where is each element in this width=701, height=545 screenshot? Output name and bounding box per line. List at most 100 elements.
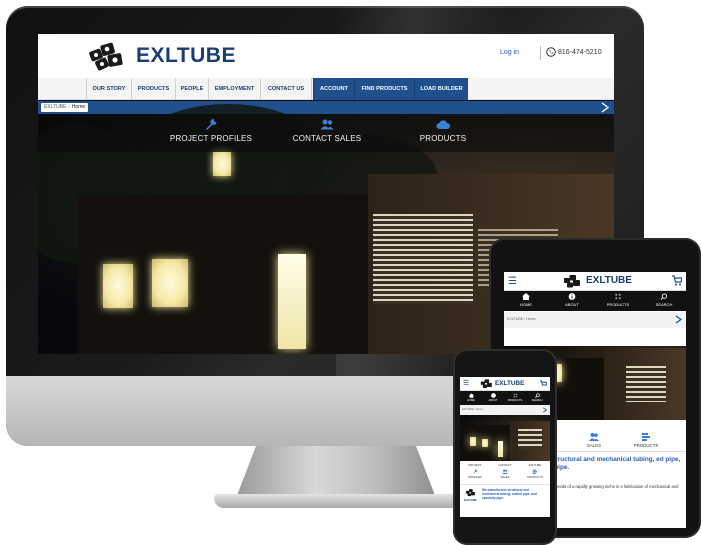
phone-hero-image [460, 415, 550, 461]
tablet-tab-products[interactable]: PRODUCTS [616, 432, 676, 448]
phone-breadcrumb: EXLTUBE / Home [460, 405, 550, 415]
nav-find-products[interactable]: FIND PRODUCTS [354, 78, 414, 100]
home-icon [522, 293, 530, 300]
breadcrumb: EXLTUBE / Home [507, 317, 536, 321]
phone-header: ☰ EXLTUBE [460, 377, 550, 391]
tablet-tab-sales[interactable]: SALES [564, 432, 624, 448]
tablet-nav-home[interactable]: HOME [504, 293, 548, 307]
phone-footer-text: We manufacture structural and mechanical… [482, 488, 537, 501]
exltube-logo-icon [465, 489, 475, 497]
exltube-logo-icon[interactable] [88, 40, 128, 72]
tablet-header: ☰ EXLTUBE [504, 272, 686, 291]
tablet-nav-label: HOME [520, 302, 532, 307]
phone-link-top: PROJECT [468, 463, 482, 467]
home-icon [468, 393, 474, 398]
quicklink-label: PRODUCTS [419, 134, 467, 143]
cart-icon[interactable] [540, 380, 547, 388]
quicklink-contact-sales[interactable]: CONTACT SALES [272, 118, 382, 143]
search-icon [660, 293, 668, 300]
breadcrumb-root[interactable]: EXLTUBE [44, 104, 66, 110]
tablet-tab-label: PRODUCTS [633, 443, 659, 448]
tablet-tab-label: SALES [586, 443, 602, 448]
breadcrumb: EXLTUBE / Home [462, 408, 483, 411]
nav-contact-us[interactable]: CONTACT US [260, 78, 312, 100]
tablet-nav-products[interactable]: PRODUCTS [596, 293, 640, 307]
nav-employment[interactable]: EMPLOYMENT [208, 78, 260, 100]
chevron-right-icon[interactable] [542, 407, 547, 413]
phone-nav-label: PRODUCTS [507, 399, 523, 402]
breadcrumb-current: Home [526, 317, 536, 321]
grid-icon [615, 293, 621, 300]
tablet-nav-search[interactable]: SEARCH [642, 293, 686, 307]
phone-link-bottom: PRODUCTS [527, 475, 543, 479]
breadcrumb-separator: / [68, 104, 70, 110]
phone-nav-products[interactable]: PRODUCTS [504, 393, 526, 402]
cart-icon[interactable] [672, 275, 682, 286]
quicklink-products[interactable]: PRODUCTS [388, 118, 498, 143]
hamburger-menu-icon[interactable]: ☰ [463, 379, 469, 387]
phone-nav-search[interactable]: SEARCH [526, 393, 548, 402]
phone-nav-label: HOME [467, 399, 475, 402]
phone-link-project-profiles[interactable]: PROJECT PROFILES [460, 463, 490, 479]
breadcrumb-root[interactable]: EXLTUBE [462, 408, 474, 411]
products-icon [532, 469, 538, 474]
phone-number[interactable]: 816-474-5210 [558, 49, 602, 56]
main-nav: OUR STORY PRODUCTS PEOPLE EMPLOYMENT CON… [38, 78, 614, 100]
tablet-hero-strip [504, 328, 686, 346]
phone-screen: ☰ EXLTUBE HOME ABOUT PRODUCTS SEARCH EXL… [460, 377, 550, 517]
breadcrumb-current: Home [475, 408, 483, 411]
brand-name[interactable]: EXLTUBE [495, 380, 524, 387]
quicklink-label: CONTACT SALES [292, 134, 362, 143]
header-divider [540, 46, 541, 60]
breadcrumb: EXLTUBE / Home [41, 103, 89, 112]
phone-nav-label: SEARCH [531, 399, 543, 402]
breadcrumb-separator: / [524, 317, 526, 321]
info-icon [490, 393, 496, 398]
nav-products[interactable]: PRODUCTS [131, 78, 175, 100]
monitor-stand [236, 446, 436, 498]
phone-nav-about[interactable]: ABOUT [482, 393, 504, 402]
tablet-nav: HOME ABOUT PRODUCTS SEARCH [504, 291, 686, 311]
site-header: EXLTUBE Log in 816-474-5210 [38, 34, 614, 78]
phone-nav-label: ABOUT [488, 399, 498, 402]
tablet-nav-label: SEARCH [655, 302, 673, 307]
tablet-nav-about[interactable]: ABOUT [550, 293, 594, 307]
breadcrumb-bar: EXLTUBE / Home [38, 101, 614, 114]
quicklink-label: PROJECT PROFILES [169, 134, 253, 143]
grid-icon [513, 393, 517, 398]
exltube-logo-icon[interactable] [562, 273, 584, 289]
chevron-right-icon[interactable] [674, 315, 682, 324]
products-icon [642, 433, 650, 441]
phone-link-bottom: SALES [500, 475, 510, 479]
nav-load-builder[interactable]: LOAD BUILDER [414, 78, 468, 100]
tablet-nav-label: PRODUCTS [606, 302, 630, 307]
footer-brand-name: EXLTUBE [464, 498, 477, 502]
info-icon [568, 293, 576, 300]
phone-link-products[interactable]: EXLTUBE PRODUCTS [520, 463, 550, 479]
people-icon [589, 433, 599, 441]
quicklink-project-profiles[interactable]: PROJECT PROFILES [156, 118, 266, 143]
tablet-breadcrumb: EXLTUBE / Home [504, 312, 686, 328]
nav-our-story[interactable]: OUR STORY [86, 78, 131, 100]
nav-account[interactable]: ACCOUNT [313, 78, 354, 100]
phone-link-bottom: PROFILES [468, 475, 482, 479]
brand-name[interactable]: EXLTUBE [586, 275, 632, 286]
chevron-right-icon[interactable] [600, 102, 610, 113]
breadcrumb-root[interactable]: EXLTUBE [507, 317, 523, 321]
hamburger-menu-icon[interactable]: ☰ [508, 276, 517, 287]
phone-nav-home[interactable]: HOME [460, 393, 482, 402]
login-link[interactable]: Log in [500, 49, 519, 56]
brand-name[interactable]: EXLTUBE [136, 44, 236, 68]
cloud-icon [436, 120, 450, 129]
phone-link-top: EXLTUBE [528, 463, 542, 467]
wrench-icon [472, 469, 478, 474]
phone-quicklinks: PROJECT PROFILES CONTACT SALES EXLTUBE P… [460, 463, 550, 485]
search-icon [534, 393, 540, 398]
phone-link-contact-sales[interactable]: CONTACT SALES [490, 463, 520, 479]
hero-quicklinks: PROJECT PROFILES CONTACT SALES PRODUCTS [38, 114, 614, 152]
wrench-icon [206, 118, 217, 130]
people-icon [502, 469, 508, 474]
nav-people[interactable]: PEOPLE [175, 78, 208, 100]
monitor-base [214, 494, 460, 508]
exltube-logo-icon[interactable] [480, 378, 494, 389]
